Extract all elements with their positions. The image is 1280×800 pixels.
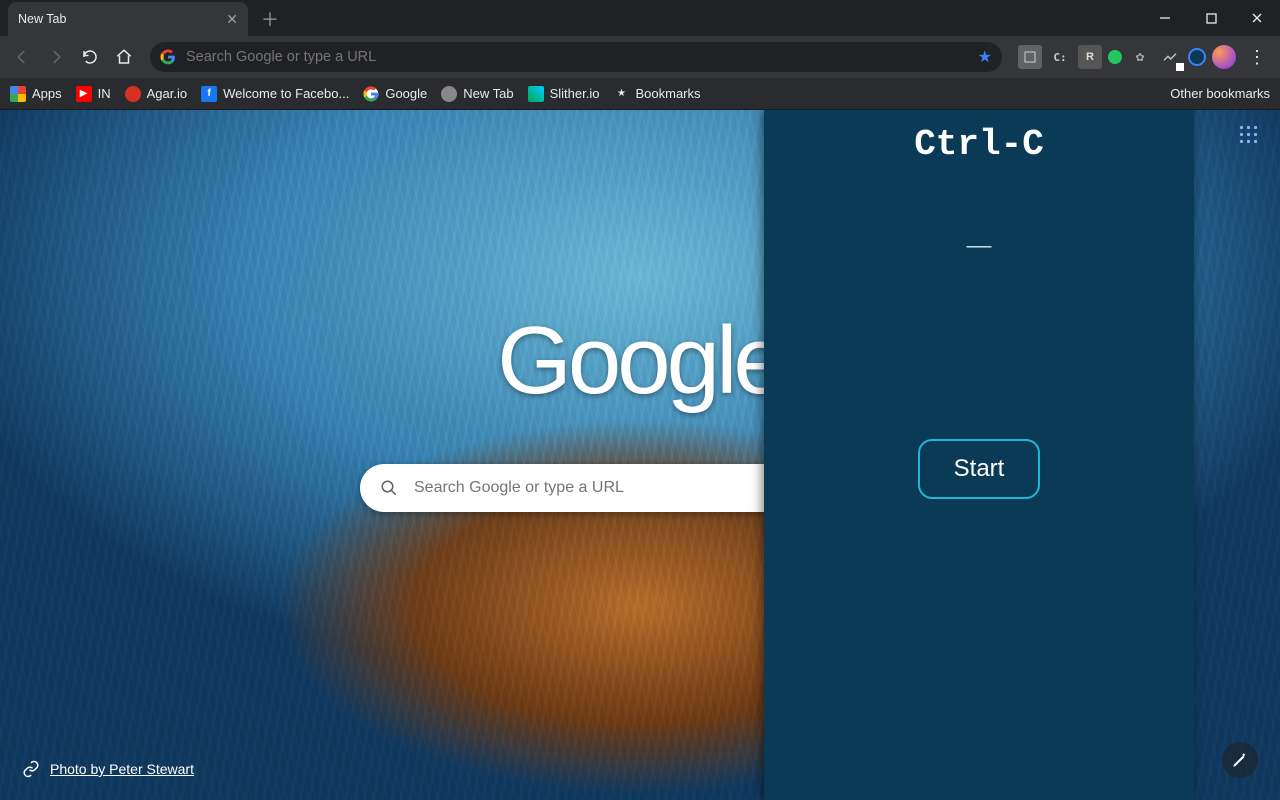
- window-controls: [1142, 0, 1280, 36]
- link-icon: [22, 760, 40, 778]
- google-apps-grid-icon[interactable]: [1238, 124, 1258, 144]
- extension-icon-1[interactable]: [1018, 45, 1042, 69]
- tab-title: New Tab: [18, 12, 226, 26]
- google-g-icon: [160, 49, 176, 65]
- omnibox-input[interactable]: [186, 49, 968, 65]
- minimize-button[interactable]: [1142, 0, 1188, 36]
- bookmark-newtab[interactable]: New Tab: [441, 86, 513, 102]
- star-icon: ★: [613, 86, 629, 102]
- bookmark-label: Bookmarks: [635, 86, 700, 101]
- extension-icon-4[interactable]: [1108, 50, 1122, 64]
- apps-icon: [10, 86, 26, 102]
- reload-button[interactable]: [76, 43, 104, 71]
- slither-icon: [528, 86, 544, 102]
- extension-icon-2[interactable]: C:: [1048, 45, 1072, 69]
- bookmark-bookmarks[interactable]: ★ Bookmarks: [613, 86, 700, 102]
- photo-credit: Photo by Peter Stewart: [22, 760, 194, 778]
- bookmark-label: Apps: [32, 86, 62, 101]
- popup-title: Ctrl-C: [914, 124, 1044, 165]
- close-tab-icon[interactable]: ✕: [226, 11, 238, 28]
- home-button[interactable]: [110, 43, 138, 71]
- bookmark-label: New Tab: [463, 86, 513, 101]
- chrome-menu-button[interactable]: ⋮: [1242, 47, 1272, 68]
- new-tab-button[interactable]: ＋: [256, 5, 284, 33]
- bookmark-label: IN: [98, 86, 111, 101]
- pencil-icon: [1231, 751, 1249, 769]
- bookmarks-bar: Apps ▶ IN Agar.io f Welcome to Facebo...…: [0, 78, 1280, 110]
- search-icon: [380, 479, 398, 497]
- page-content: Google Photo by Peter Stewart Ctrl-C __ …: [0, 110, 1280, 800]
- forward-button[interactable]: [42, 43, 70, 71]
- google-logo: Google: [497, 306, 783, 416]
- facebook-icon: f: [201, 86, 217, 102]
- globe-icon: [441, 86, 457, 102]
- extension-icon-3[interactable]: R: [1078, 45, 1102, 69]
- youtube-icon: ▶: [76, 86, 92, 102]
- popup-dash: __: [967, 223, 991, 249]
- extension-popup: Ctrl-C __ Start: [764, 110, 1194, 800]
- bookmark-google[interactable]: Google: [363, 86, 427, 102]
- toolbar: ★ C: R ✿ ⋮: [0, 36, 1280, 78]
- agario-icon: [125, 86, 141, 102]
- omnibox[interactable]: ★: [150, 42, 1002, 72]
- google-icon: [363, 86, 379, 102]
- other-bookmarks[interactable]: Other bookmarks: [1170, 86, 1270, 101]
- bookmark-facebook[interactable]: f Welcome to Facebo...: [201, 86, 349, 102]
- profile-avatar[interactable]: [1212, 45, 1236, 69]
- extension-icon-5[interactable]: ✿: [1128, 45, 1152, 69]
- bookmark-label: Agar.io: [147, 86, 187, 101]
- bookmark-star-icon[interactable]: ★: [978, 47, 992, 67]
- extension-icon-ctrlc[interactable]: [1188, 48, 1206, 66]
- customize-button[interactable]: [1222, 742, 1258, 778]
- photo-credit-link[interactable]: Photo by Peter Stewart: [50, 761, 194, 777]
- bookmark-apps[interactable]: Apps: [10, 86, 62, 102]
- bookmark-label: Slither.io: [550, 86, 600, 101]
- bookmark-in[interactable]: ▶ IN: [76, 86, 111, 102]
- start-button[interactable]: Start: [918, 439, 1041, 499]
- bookmark-label: Google: [385, 86, 427, 101]
- close-window-button[interactable]: [1234, 0, 1280, 36]
- back-button[interactable]: [8, 43, 36, 71]
- extension-icon-6[interactable]: [1158, 45, 1182, 69]
- tab-strip: New Tab ✕ ＋: [0, 0, 1280, 36]
- bookmark-label: Welcome to Facebo...: [223, 86, 349, 101]
- extension-row: C: R ✿ ⋮: [1018, 45, 1272, 69]
- bookmark-slither[interactable]: Slither.io: [528, 86, 600, 102]
- maximize-button[interactable]: [1188, 0, 1234, 36]
- bookmark-agario[interactable]: Agar.io: [125, 86, 187, 102]
- browser-tab[interactable]: New Tab ✕: [8, 2, 248, 36]
